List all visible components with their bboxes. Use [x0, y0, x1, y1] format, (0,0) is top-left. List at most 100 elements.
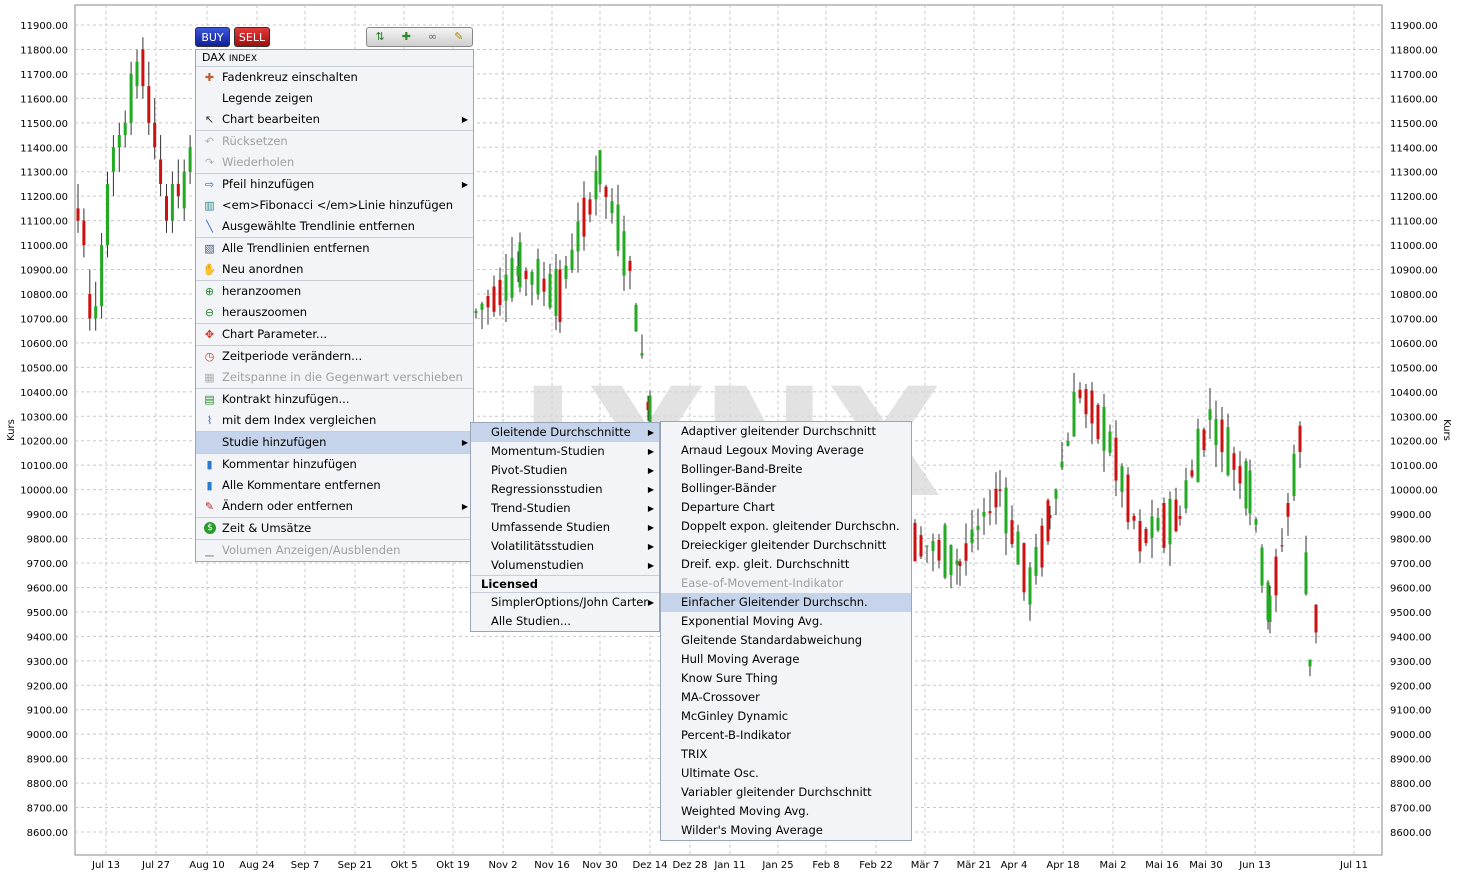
- moving-average-item[interactable]: Adaptiver gleitender Durchschnitt: [661, 422, 911, 441]
- menu-item-mit-dem-index-vergleichen[interactable]: ⌇ mit dem Index vergleichen: [196, 410, 473, 431]
- x-tick-label: Jan 25: [761, 860, 793, 871]
- candle-down: [1298, 421, 1302, 469]
- candle-down: [176, 159, 180, 209]
- menu-item-zeit-umsätze[interactable]: $ Zeit & Umsätze: [196, 517, 473, 539]
- study-category-label: Pivot-Studien: [491, 463, 568, 477]
- menu-item-ändern-oder-entfernen[interactable]: ✎ Ändern oder entfernen ▶: [196, 496, 473, 517]
- menu-item-ausgewählte-trendlinie-entfernen[interactable]: ╲ Ausgewählte Trendlinie entfernen: [196, 216, 473, 237]
- menu-item-kontrakt-hinzufügen[interactable]: ▤ Kontrakt hinzufügen...: [196, 388, 473, 410]
- menu-item-kommentar-hinzufügen[interactable]: ▮ Kommentar hinzufügen: [196, 453, 473, 475]
- all-studies-item[interactable]: Alle Studien...: [471, 612, 659, 631]
- menu-item-rücksetzen[interactable]: ↶ Rücksetzen: [196, 130, 473, 152]
- moving-average-item[interactable]: Wilder's Moving Average: [661, 821, 911, 840]
- study-category-item[interactable]: Momentum-Studien ▶: [471, 442, 659, 461]
- study-category-item[interactable]: Pivot-Studien ▶: [471, 461, 659, 480]
- y-tick-label: 10000.00: [1390, 486, 1438, 497]
- menu-header-sub: INDEX: [228, 54, 258, 64]
- clear-icon[interactable]: ✎: [449, 29, 469, 45]
- study-category-item[interactable]: Regressionsstudien ▶: [471, 480, 659, 499]
- x-tick-label: Feb 22: [859, 860, 893, 871]
- candle-down: [1022, 542, 1026, 601]
- y-tick-label: 9600.00: [27, 583, 68, 594]
- menu-item-wiederholen[interactable]: ↷ Wiederholen: [196, 152, 473, 173]
- menu-item-label: Studie hinzufügen: [222, 435, 327, 449]
- moving-average-item[interactable]: Exponential Moving Avg.: [661, 612, 911, 631]
- candle-up: [536, 248, 540, 300]
- study-category-item[interactable]: Umfassende Studien ▶: [471, 518, 659, 537]
- menu-item-fadenkreuz-einschalten[interactable]: ✚ Fadenkreuz einschalten: [196, 67, 473, 88]
- studies-submenu: Gleitende Durchschnitte ▶ Momentum-Studien…: [470, 422, 660, 632]
- x-tick-label: Mär 7: [911, 860, 939, 871]
- menu-item-herauszoomen[interactable]: ⊖ herauszoomen: [196, 302, 473, 323]
- add-study-icon[interactable]: ✚: [396, 29, 416, 45]
- menu-item-label: Volumen Anzeigen/Ausblenden: [222, 543, 401, 557]
- buy-button[interactable]: BUY: [195, 27, 230, 47]
- x-tick-label: Sep 7: [291, 860, 319, 871]
- candle-up: [570, 233, 574, 273]
- menu-item-label: Zeit & Umsätze: [222, 521, 312, 535]
- menu-item-label: Fadenkreuz einschalten: [222, 70, 358, 84]
- study-category-item[interactable]: Volumenstudien ▶: [471, 556, 659, 575]
- menu-item-zeitperiode-verändern[interactable]: ◷ Zeitperiode verändern...: [196, 345, 473, 367]
- menu-item-alle-trendlinien-entfernen[interactable]: ▧ Alle Trendlinien entfernen: [196, 237, 473, 259]
- study-category-label: Umfassende Studien: [491, 520, 611, 534]
- moving-average-item[interactable]: Gleitende Standardabweichung: [661, 631, 911, 650]
- menu-item-chart-parameter[interactable]: ✥ Chart Parameter...: [196, 323, 473, 345]
- moving-average-item[interactable]: Know Sure Thing: [661, 669, 911, 688]
- moving-average-item[interactable]: Departure Chart: [661, 498, 911, 517]
- menu-item-heranzoomen[interactable]: ⊕ heranzoomen: [196, 280, 473, 302]
- x-axis: Jul 13 Jul 27 Aug 10 Aug 24 Sep 7 Sep 21 Okt 5…: [91, 860, 1368, 871]
- chart-context-menu: DAX INDEX ✚ Fadenkreuz einschalten Legende…: [195, 49, 474, 562]
- moving-average-item[interactable]: Bollinger-Bänder: [661, 479, 911, 498]
- candle-up: [188, 135, 192, 184]
- moving-average-item[interactable]: McGinley Dynamic: [661, 707, 911, 726]
- menu-item-legende-zeigen[interactable]: Legende zeigen: [196, 88, 473, 109]
- link-icon[interactable]: ∞: [423, 29, 443, 45]
- menu-item-volumen-anzeigen-ausblenden[interactable]: ▁ Volumen Anzeigen/Ausblenden: [196, 539, 473, 561]
- moving-average-item[interactable]: Ultimate Osc.: [661, 764, 911, 783]
- study-category-item[interactable]: Gleitende Durchschnitte ▶: [471, 423, 659, 442]
- candle-up: [94, 281, 98, 331]
- candle-up: [1150, 499, 1154, 559]
- moving-average-item[interactable]: Doppelt expon. gleitender Durchschn.: [661, 517, 911, 536]
- clock-icon: ◷: [204, 350, 215, 363]
- menu-item-neu-anordnen[interactable]: ✋ Neu anordnen: [196, 259, 473, 280]
- moving-average-item[interactable]: Ease-of-Movement-Indikator: [661, 574, 911, 593]
- y-tick-label: 9500.00: [27, 608, 68, 619]
- moving-average-item[interactable]: Percent-B-Indikator: [661, 726, 911, 745]
- moving-average-item[interactable]: Hull Moving Average: [661, 650, 911, 669]
- candle-down: [1126, 467, 1130, 530]
- moving-average-item[interactable]: Weighted Moving Avg.: [661, 802, 911, 821]
- menu-item-fibonacci-linie-hinzufügen[interactable]: ▥ <em>Fibonacci </em>Linie hinzufügen: [196, 195, 473, 216]
- licensed-study-item[interactable]: SimplerOptions/John Carter ▶: [471, 592, 659, 612]
- candle-down: [1046, 498, 1050, 545]
- moving-average-item[interactable]: Dreif. exp. gleit. Durchschnitt: [661, 555, 911, 574]
- y-tick-label: 9900.00: [27, 510, 68, 521]
- menu-item-label: Chart bearbeiten: [222, 112, 320, 126]
- menu-item-zeitspanne-in-die-gegenwart-verschieben[interactable]: ▦ Zeitspanne in die Gegenwart verschieben: [196, 367, 473, 388]
- moving-average-item[interactable]: Bollinger-Band-Breite: [661, 460, 911, 479]
- menu-item-studie-hinzufügen[interactable]: Studie hinzufügen ▶: [196, 431, 473, 453]
- licensed-study-label: SimplerOptions/John Carter: [491, 595, 649, 609]
- candle-down: [1178, 505, 1182, 526]
- menu-item-pfeil-hinzufügen[interactable]: ⇨ Pfeil hinzufügen ▶: [196, 173, 473, 195]
- moving-average-item[interactable]: Variabler gleitender Durchschnitt: [661, 783, 911, 802]
- x-tick-label: Mai 16: [1145, 860, 1178, 871]
- menu-item-chart-bearbeiten[interactable]: ↖ Chart bearbeiten ▶: [196, 109, 473, 130]
- moving-average-item[interactable]: Einfacher Gleitender Durchschn.: [661, 593, 911, 612]
- candle-up: [1004, 477, 1008, 556]
- candle-up: [982, 497, 986, 535]
- sell-button[interactable]: SELL: [234, 27, 270, 47]
- trend-tool-icon[interactable]: ⇅: [370, 29, 390, 45]
- study-category-item[interactable]: Trend-Studien ▶: [471, 499, 659, 518]
- study-category-item[interactable]: Volatilitätsstudien ▶: [471, 537, 659, 556]
- y-tick-label: 10600.00: [1390, 339, 1438, 350]
- y-tick-label: 10700.00: [1390, 314, 1438, 325]
- moving-average-item[interactable]: Arnaud Legoux Moving Average: [661, 441, 911, 460]
- menu-item-alle-kommentare-entfernen[interactable]: ▮ Alle Kommentare entfernen: [196, 475, 473, 496]
- candle-up: [474, 308, 478, 319]
- moving-average-item[interactable]: Dreieckiger gleitender Durchschnitt: [661, 536, 911, 555]
- y-tick-label: 11300.00: [1390, 168, 1438, 179]
- moving-average-item[interactable]: TRIX: [661, 745, 911, 764]
- moving-average-item[interactable]: MA-Crossover: [661, 688, 911, 707]
